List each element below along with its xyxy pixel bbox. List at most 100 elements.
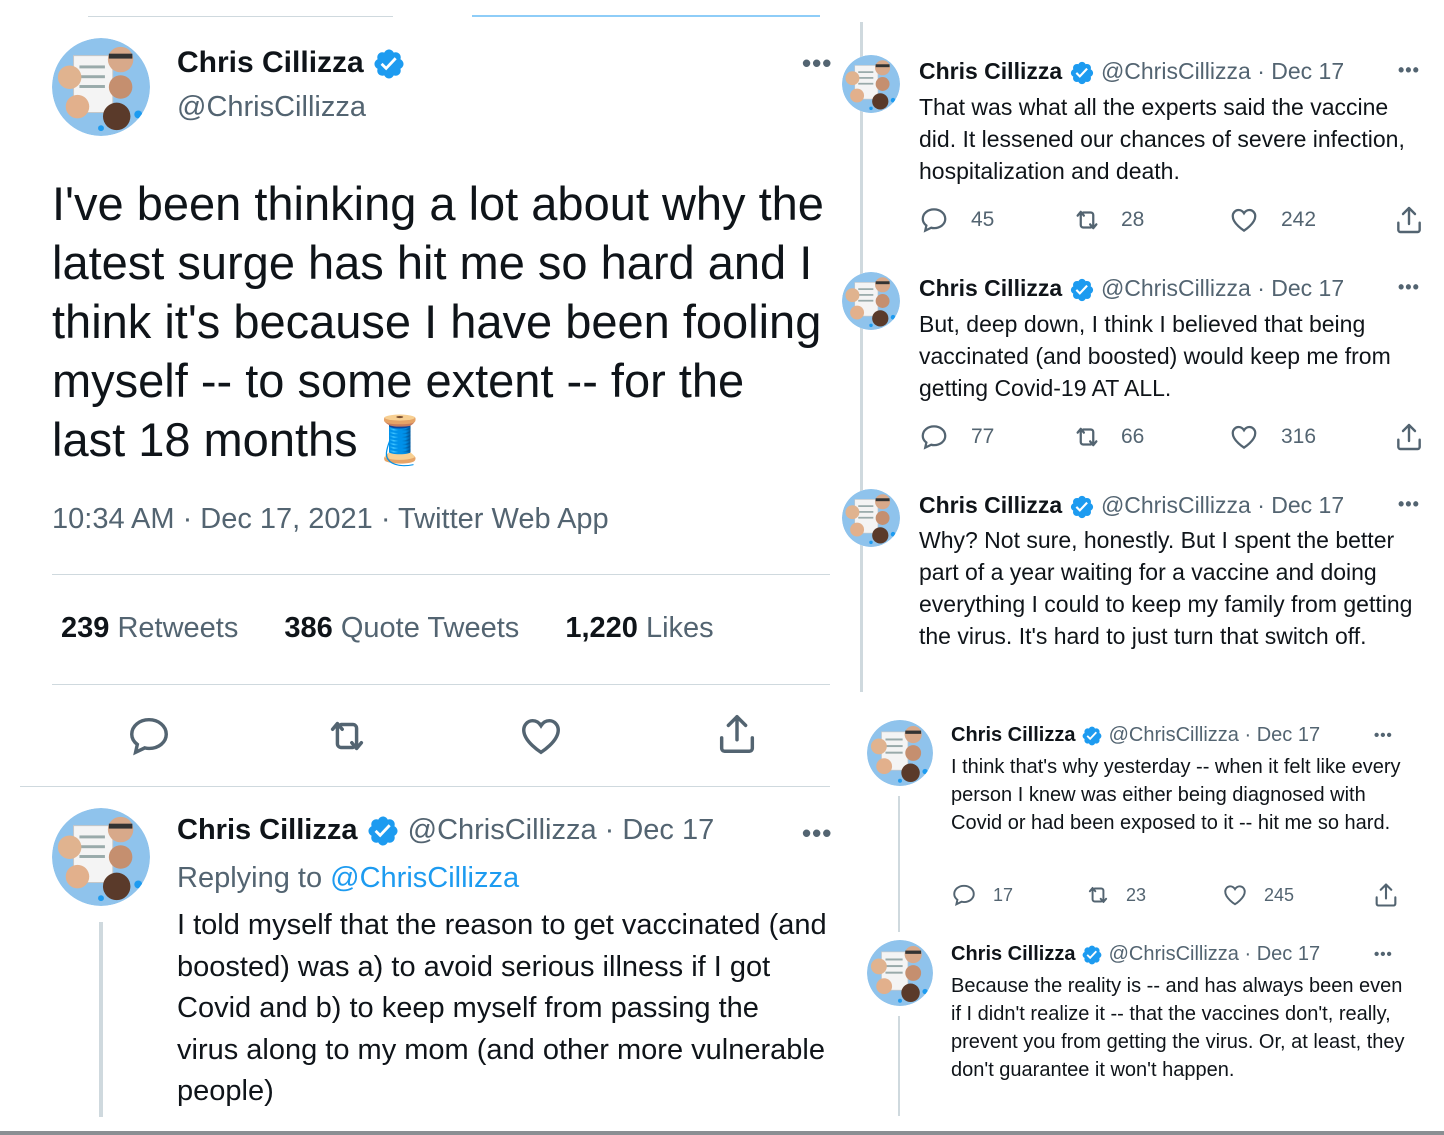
- tweet-date[interactable]: · Dec 17: [1257, 275, 1344, 301]
- author-handle[interactable]: @ChrisCillizza: [1101, 492, 1251, 518]
- thread-emoji: 🧵: [370, 413, 430, 466]
- retweet-action[interactable]: 23: [1084, 882, 1146, 908]
- share-icon[interactable]: [714, 711, 760, 757]
- avatar[interactable]: [842, 55, 900, 113]
- reply-header: Chris Cillizza @ChrisCillizza · Dec 17: [177, 814, 714, 848]
- avatar[interactable]: [867, 940, 933, 1006]
- like-action[interactable]: 316: [1229, 422, 1316, 452]
- like-count: 316: [1281, 425, 1317, 448]
- share-icon[interactable]: [1372, 881, 1400, 909]
- more-icon[interactable]: •••: [1374, 727, 1393, 744]
- more-icon[interactable]: •••: [1374, 946, 1393, 963]
- reply-action[interactable]: 45: [919, 205, 994, 235]
- share-icon[interactable]: [1393, 204, 1425, 236]
- retweet-icon: [1071, 205, 1103, 235]
- author-handle[interactable]: @ChrisCillizza: [177, 91, 366, 124]
- author-name[interactable]: Chris Cillizza: [951, 724, 1075, 746]
- top-accent-divider: [472, 15, 820, 17]
- retweet-icon: [1084, 882, 1112, 908]
- thread-line: [99, 922, 103, 1117]
- retweets-label: Retweets: [117, 612, 239, 644]
- retweet-count: 66: [1121, 425, 1145, 448]
- thread-line: [898, 1016, 900, 1116]
- verified-badge-icon: [1081, 944, 1103, 966]
- retweets-count: 239: [61, 612, 110, 644]
- like-action[interactable]: 245: [1222, 882, 1294, 908]
- like-count: 245: [1264, 884, 1295, 905]
- reply-action[interactable]: 77: [919, 422, 994, 452]
- share-icon[interactable]: [1393, 421, 1425, 453]
- author-handle[interactable]: @ChrisCillizza: [1101, 58, 1251, 84]
- author-name[interactable]: Chris Cillizza: [919, 492, 1062, 518]
- top-divider: [88, 16, 393, 17]
- retweet-action[interactable]: 28: [1071, 205, 1144, 235]
- likes-label: Likes: [645, 612, 714, 644]
- reply-action[interactable]: 17: [951, 882, 1013, 908]
- retweet-count: 23: [1126, 884, 1147, 905]
- tweet-header: Chris Cillizza @ChrisCillizza · Dec 17: [919, 492, 1344, 520]
- avatar[interactable]: [867, 720, 933, 786]
- like-icon: [1229, 205, 1259, 235]
- verified-badge-icon: [1069, 494, 1095, 520]
- more-icon[interactable]: •••: [1398, 277, 1420, 298]
- like-icon[interactable]: [518, 713, 564, 759]
- verified-badge-icon: [1069, 60, 1095, 86]
- tweet-text: I think that's why yesterday -- when it …: [951, 756, 1401, 834]
- reply-count: 45: [971, 208, 995, 231]
- verified-badge-icon: [1081, 725, 1103, 747]
- quotes-label: Quote Tweets: [340, 612, 520, 644]
- more-icon[interactable]: •••: [1398, 494, 1420, 515]
- reply-count: 77: [971, 425, 995, 448]
- reply-tweet-text: I told myself that the reason to get vac…: [177, 909, 827, 1107]
- author-name[interactable]: Chris Cillizza: [177, 814, 358, 846]
- avatar[interactable]: [842, 489, 900, 547]
- retweets-stat[interactable]: 239 Retweets: [61, 612, 238, 644]
- likes-stat[interactable]: 1,220 Likes: [565, 612, 713, 644]
- main-tweet-text: I've been thinking a lot about why the l…: [52, 177, 824, 466]
- verified-badge-icon: [366, 814, 400, 848]
- replying-handle-link[interactable]: @ChrisCillizza: [330, 862, 519, 894]
- retweet-icon: [1071, 422, 1103, 452]
- tweet-date[interactable]: · Dec 17: [1257, 58, 1344, 84]
- avatar[interactable]: [52, 808, 150, 906]
- tweet-text: Because the reality is -- and has always…: [951, 975, 1405, 1081]
- author-name[interactable]: Chris Cillizza: [919, 58, 1062, 84]
- author-name[interactable]: Chris Cillizza: [919, 275, 1062, 301]
- author-handle[interactable]: @ChrisCillizza: [408, 814, 597, 846]
- column-divider: [860, 22, 863, 692]
- tweet-text: That was what all the experts said the v…: [919, 94, 1405, 184]
- reply-icon: [919, 205, 949, 235]
- author-handle[interactable]: @ChrisCillizza: [1109, 943, 1239, 965]
- tweet-date[interactable]: · Dec 17: [1244, 943, 1320, 965]
- author-name[interactable]: Chris Cillizza: [951, 943, 1075, 965]
- replying-prefix: Replying to: [177, 862, 323, 894]
- author-handle[interactable]: @ChrisCillizza: [1109, 724, 1239, 746]
- avatar[interactable]: [842, 272, 900, 330]
- more-icon[interactable]: •••: [802, 818, 832, 849]
- tweet-timestamp[interactable]: 10:34 AM · Dec 17, 2021 · Twitter Web Ap…: [52, 503, 609, 536]
- like-icon: [1229, 422, 1259, 452]
- author-handle[interactable]: @ChrisCillizza: [1101, 275, 1251, 301]
- author-name[interactable]: Chris Cillizza: [177, 46, 364, 79]
- retweet-action[interactable]: 66: [1071, 422, 1144, 452]
- likes-count: 1,220: [565, 612, 638, 644]
- tweet-text: But, deep down, I think I believed that …: [919, 311, 1391, 401]
- more-icon[interactable]: •••: [1398, 60, 1420, 81]
- retweet-icon[interactable]: [322, 713, 372, 759]
- reply-icon[interactable]: [126, 713, 172, 759]
- tweet-stats: 239 Retweets 386 Quote Tweets 1,220 Like…: [61, 612, 714, 645]
- like-icon: [1222, 882, 1248, 908]
- like-count: 242: [1281, 208, 1317, 231]
- tweet-date[interactable]: · Dec 17: [1244, 724, 1320, 746]
- quotes-stat[interactable]: 386 Quote Tweets: [284, 612, 519, 644]
- avatar[interactable]: [52, 38, 150, 136]
- tweet-date[interactable]: · Dec 17: [605, 814, 715, 846]
- more-icon[interactable]: •••: [802, 48, 832, 79]
- divider: [20, 786, 830, 787]
- bottom-edge: [0, 1131, 1444, 1135]
- tweet-date[interactable]: · Dec 17: [1257, 492, 1344, 518]
- reply-icon: [951, 882, 977, 908]
- divider: [52, 574, 830, 575]
- like-action[interactable]: 242: [1229, 205, 1316, 235]
- replying-to: Replying to @ChrisCillizza: [177, 862, 519, 895]
